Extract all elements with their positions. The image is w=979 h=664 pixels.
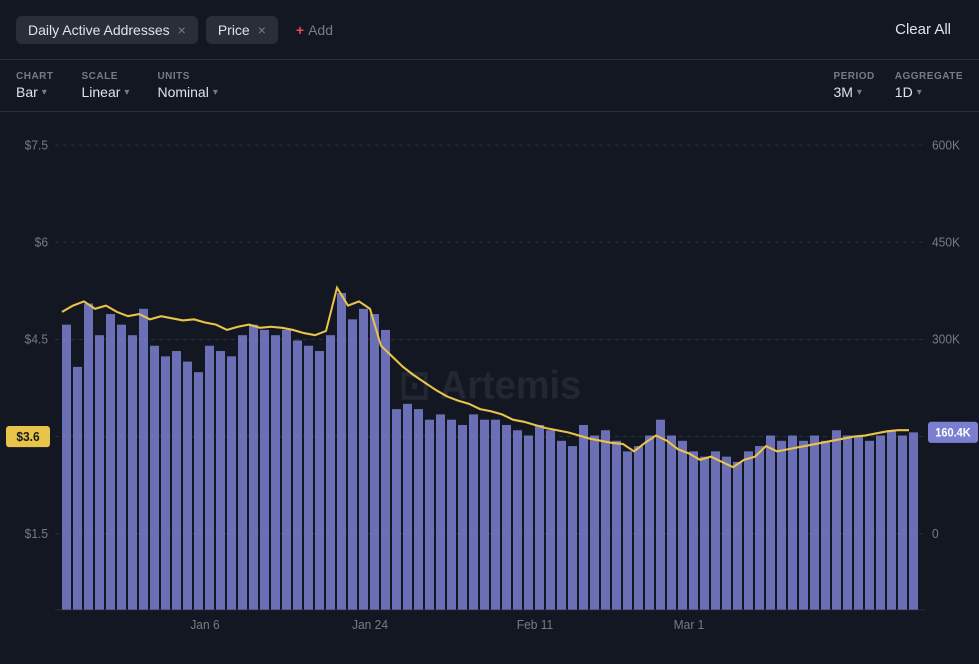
chart-select[interactable]: Bar ▾ — [16, 84, 54, 100]
svg-text:600K: 600K — [932, 138, 961, 152]
aggregate-select[interactable]: 1D ▾ — [895, 84, 963, 100]
period-control: PERIOD 3M ▾ — [833, 71, 874, 100]
scale-select[interactable]: Linear ▾ — [82, 84, 130, 100]
aggregate-chevron-icon: ▾ — [917, 87, 922, 98]
scale-value: Linear — [82, 84, 121, 100]
svg-text:$3.6: $3.6 — [16, 430, 39, 444]
tag-daa-label: Daily Active Addresses — [28, 22, 170, 38]
svg-text:Jan 6: Jan 6 — [190, 617, 219, 631]
add-button[interactable]: + Add — [286, 16, 343, 44]
aggregate-control: AGGREGATE 1D ▾ — [895, 71, 963, 100]
svg-text:Mar 1: Mar 1 — [674, 617, 705, 631]
units-control: UNITS Nominal ▾ — [157, 71, 217, 100]
svg-text:$1.5: $1.5 — [25, 527, 48, 541]
units-label: UNITS — [157, 71, 217, 82]
svg-text:$7.5: $7.5 — [25, 138, 48, 152]
period-chevron-icon: ▾ — [857, 87, 862, 98]
chart-chevron-icon: ▾ — [42, 87, 47, 98]
add-label: Add — [308, 22, 333, 38]
tag-price-close[interactable]: × — [258, 23, 266, 37]
period-value: 3M — [833, 84, 852, 100]
main-container: Daily Active Addresses × Price × + Add C… — [0, 0, 979, 664]
units-chevron-icon: ▾ — [213, 87, 218, 98]
bars — [62, 293, 918, 610]
scale-label: SCALE — [82, 71, 130, 82]
svg-text:0: 0 — [932, 527, 939, 541]
main-chart: $7.5 $6 $4.5 $3 $1.5 600K 450K 300K 150K… — [0, 124, 979, 652]
top-bar: Daily Active Addresses × Price × + Add C… — [0, 0, 979, 60]
units-value: Nominal — [157, 84, 208, 100]
chart-area[interactable]: $7.5 $6 $4.5 $3 $1.5 600K 450K 300K 150K… — [0, 112, 979, 664]
svg-text:450K: 450K — [932, 235, 961, 249]
svg-text:300K: 300K — [932, 332, 961, 346]
svg-text:$6: $6 — [35, 235, 48, 249]
clear-all-button[interactable]: Clear All — [883, 15, 963, 44]
chart-value: Bar — [16, 84, 38, 100]
add-plus-icon: + — [296, 22, 304, 38]
tag-price-label: Price — [218, 22, 250, 38]
controls-bar: CHART Bar ▾ SCALE Linear ▾ UNITS Nominal… — [0, 60, 979, 112]
svg-text:$4.5: $4.5 — [25, 332, 48, 346]
period-label: PERIOD — [833, 71, 874, 82]
tag-price[interactable]: Price × — [206, 16, 278, 44]
units-select[interactable]: Nominal ▾ — [157, 84, 217, 100]
svg-text:⊡ Artemis: ⊡ Artemis — [399, 364, 581, 408]
aggregate-value: 1D — [895, 84, 913, 100]
scale-control: SCALE Linear ▾ — [82, 71, 130, 100]
svg-text:160.4K: 160.4K — [935, 427, 971, 439]
svg-text:Feb 11: Feb 11 — [517, 617, 554, 631]
period-select[interactable]: 3M ▾ — [833, 84, 874, 100]
controls-right: PERIOD 3M ▾ AGGREGATE 1D ▾ — [833, 71, 963, 100]
scale-chevron-icon: ▾ — [124, 87, 129, 98]
tag-daily-active-addresses[interactable]: Daily Active Addresses × — [16, 16, 198, 44]
chart-label: CHART — [16, 71, 54, 82]
aggregate-label: AGGREGATE — [895, 71, 963, 82]
tag-daa-close[interactable]: × — [178, 23, 186, 37]
svg-text:Jan 24: Jan 24 — [352, 617, 388, 631]
chart-control: CHART Bar ▾ — [16, 71, 54, 100]
